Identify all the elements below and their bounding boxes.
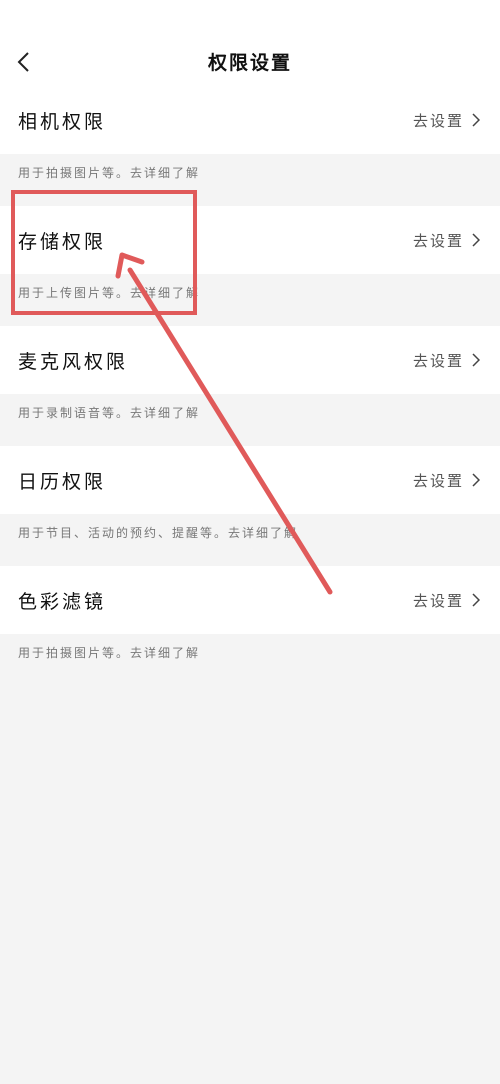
go-settings-label: 去设置	[412, 591, 464, 610]
go-settings-link[interactable]: 去设置	[413, 590, 480, 611]
description-text: 用于拍摄图片等。去详细了解	[18, 166, 201, 180]
go-settings-label: 去设置	[412, 351, 464, 370]
permission-description: 用于节目、活动的预约、提醒等。去详细了解	[0, 514, 500, 566]
description-text: 用于节目、活动的预约、提醒等。去详细了解	[18, 526, 299, 540]
permission-title: 色彩滤镜	[18, 590, 107, 613]
go-settings-link[interactable]: 去设置	[413, 470, 480, 491]
permission-item-color-filter[interactable]: 色彩滤镜 去设置	[0, 566, 500, 634]
permission-description: 用于拍摄图片等。去详细了解	[0, 634, 500, 686]
page-title: 权限设置	[207, 52, 292, 74]
top-nav-bar: 权限设置	[0, 0, 500, 100]
description-text: 用于拍摄图片等。去详细了解	[18, 646, 201, 660]
go-settings-link[interactable]: 去设置	[413, 110, 480, 131]
go-settings-label: 去设置	[412, 231, 464, 250]
description-text: 用于录制语音等。去详细了解	[18, 406, 201, 420]
go-settings-label: 去设置	[412, 471, 464, 490]
permission-item-camera[interactable]: 相机权限 去设置	[0, 86, 500, 154]
go-settings-link[interactable]: 去设置	[413, 350, 480, 371]
chevron-right-icon	[472, 593, 480, 607]
permission-item-microphone[interactable]: 麦克风权限 去设置	[0, 326, 500, 394]
permission-title: 日历权限	[18, 470, 107, 493]
permission-item-calendar[interactable]: 日历权限 去设置	[0, 446, 500, 514]
go-settings-link[interactable]: 去设置	[413, 230, 480, 251]
chevron-right-icon	[472, 233, 480, 247]
chevron-right-icon	[472, 473, 480, 487]
permission-description: 用于拍摄图片等。去详细了解	[0, 154, 500, 206]
permission-description: 用于录制语音等。去详细了解	[0, 394, 500, 446]
go-settings-label: 去设置	[412, 111, 464, 130]
chevron-right-icon	[472, 113, 480, 127]
permission-title: 相机权限	[18, 110, 107, 133]
permission-title: 存储权限	[18, 230, 107, 253]
chevron-right-icon	[472, 353, 480, 367]
permission-title: 麦克风权限	[18, 350, 129, 373]
permission-list: 相机权限 去设置 用于拍摄图片等。去详细了解 存储权限 去设置 用于上传图片等。…	[0, 86, 500, 686]
description-text: 用于上传图片等。去详细了解	[18, 286, 201, 300]
permission-item-storage[interactable]: 存储权限 去设置	[0, 206, 500, 274]
permission-description: 用于上传图片等。去详细了解	[0, 274, 500, 326]
